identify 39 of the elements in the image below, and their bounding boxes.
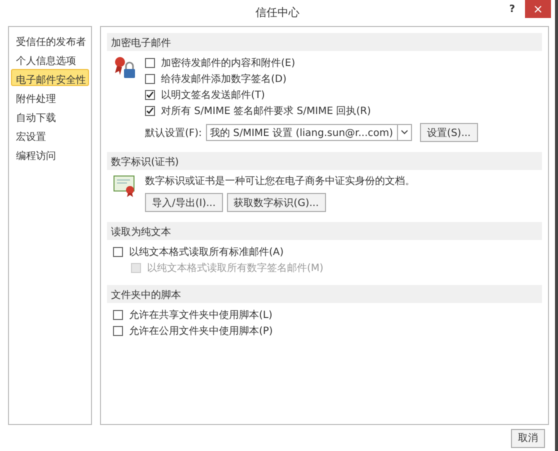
chevron-down-icon (401, 130, 408, 135)
checkbox[interactable] (145, 90, 155, 100)
section-header: 加密电子邮件 (107, 33, 542, 51)
checkbox-label: 允许在共享文件夹中使用脚本(L) (129, 308, 272, 322)
window-title: 信任中心 (256, 4, 300, 20)
checkbox-label: 允许在公用文件夹中使用脚本(P) (129, 324, 273, 338)
sidebar-item[interactable]: 个人信息选项 (11, 50, 89, 67)
checkbox-label: 以明文签名发送邮件(T) (161, 88, 265, 102)
settings-dropdown[interactable]: 我的 S/MIME 设置 (liang.sun@r...com) (206, 124, 412, 141)
checkbox[interactable] (145, 106, 155, 116)
sidebar-item[interactable]: 附件处理 (11, 88, 89, 105)
checkbox[interactable] (145, 58, 155, 68)
checkbox-label: 加密待发邮件的内容和附件(E) (161, 56, 296, 70)
cancel-button[interactable]: 取消 (511, 428, 545, 448)
sidebar-item[interactable]: 电子邮件安全性 (11, 69, 89, 86)
checkbox-label: 对所有 S/MIME 签名邮件要求 S/MIME 回执(R) (161, 104, 371, 118)
checkbox-label: 以纯文本格式读取所有标准邮件(A) (129, 246, 284, 258)
section-header: 文件夹中的脚本 (107, 285, 542, 303)
sidebar-item[interactable]: 宏设置 (11, 126, 89, 143)
checkbox[interactable] (145, 74, 155, 84)
section-header: 数字标识(证书) (107, 152, 542, 170)
checkbox[interactable] (113, 326, 123, 336)
close-button[interactable]: × (525, 0, 551, 18)
description-text: 数字标识或证书是一种可让您在电子商务中证实身份的文档。 (145, 174, 416, 188)
field-label: 默认设置(F): (145, 126, 202, 140)
checkbox[interactable] (113, 246, 123, 256)
action-button[interactable]: 获取数字标识(G)... (226, 193, 326, 212)
checkbox-label: 给待发邮件添加数字签名(D) (161, 72, 287, 86)
help-icon[interactable]: ? (509, 4, 515, 15)
checkbox[interactable] (113, 310, 123, 320)
sidebar-item[interactable]: 受信任的发布者 (11, 31, 89, 48)
seal-lock-icon (113, 55, 137, 81)
section-header: 读取为纯文本 (107, 222, 542, 240)
certificate-icon (113, 174, 137, 198)
sidebar-item[interactable]: 编程访问 (11, 145, 89, 162)
settings-button[interactable]: 设置(S)... (420, 123, 478, 142)
checkbox-label: 以纯文本格式读取所有数字签名邮件(M) (147, 262, 324, 274)
sidebar-item[interactable]: 自动下载 (11, 107, 89, 124)
action-button[interactable]: 导入/导出(I)... (145, 193, 223, 212)
